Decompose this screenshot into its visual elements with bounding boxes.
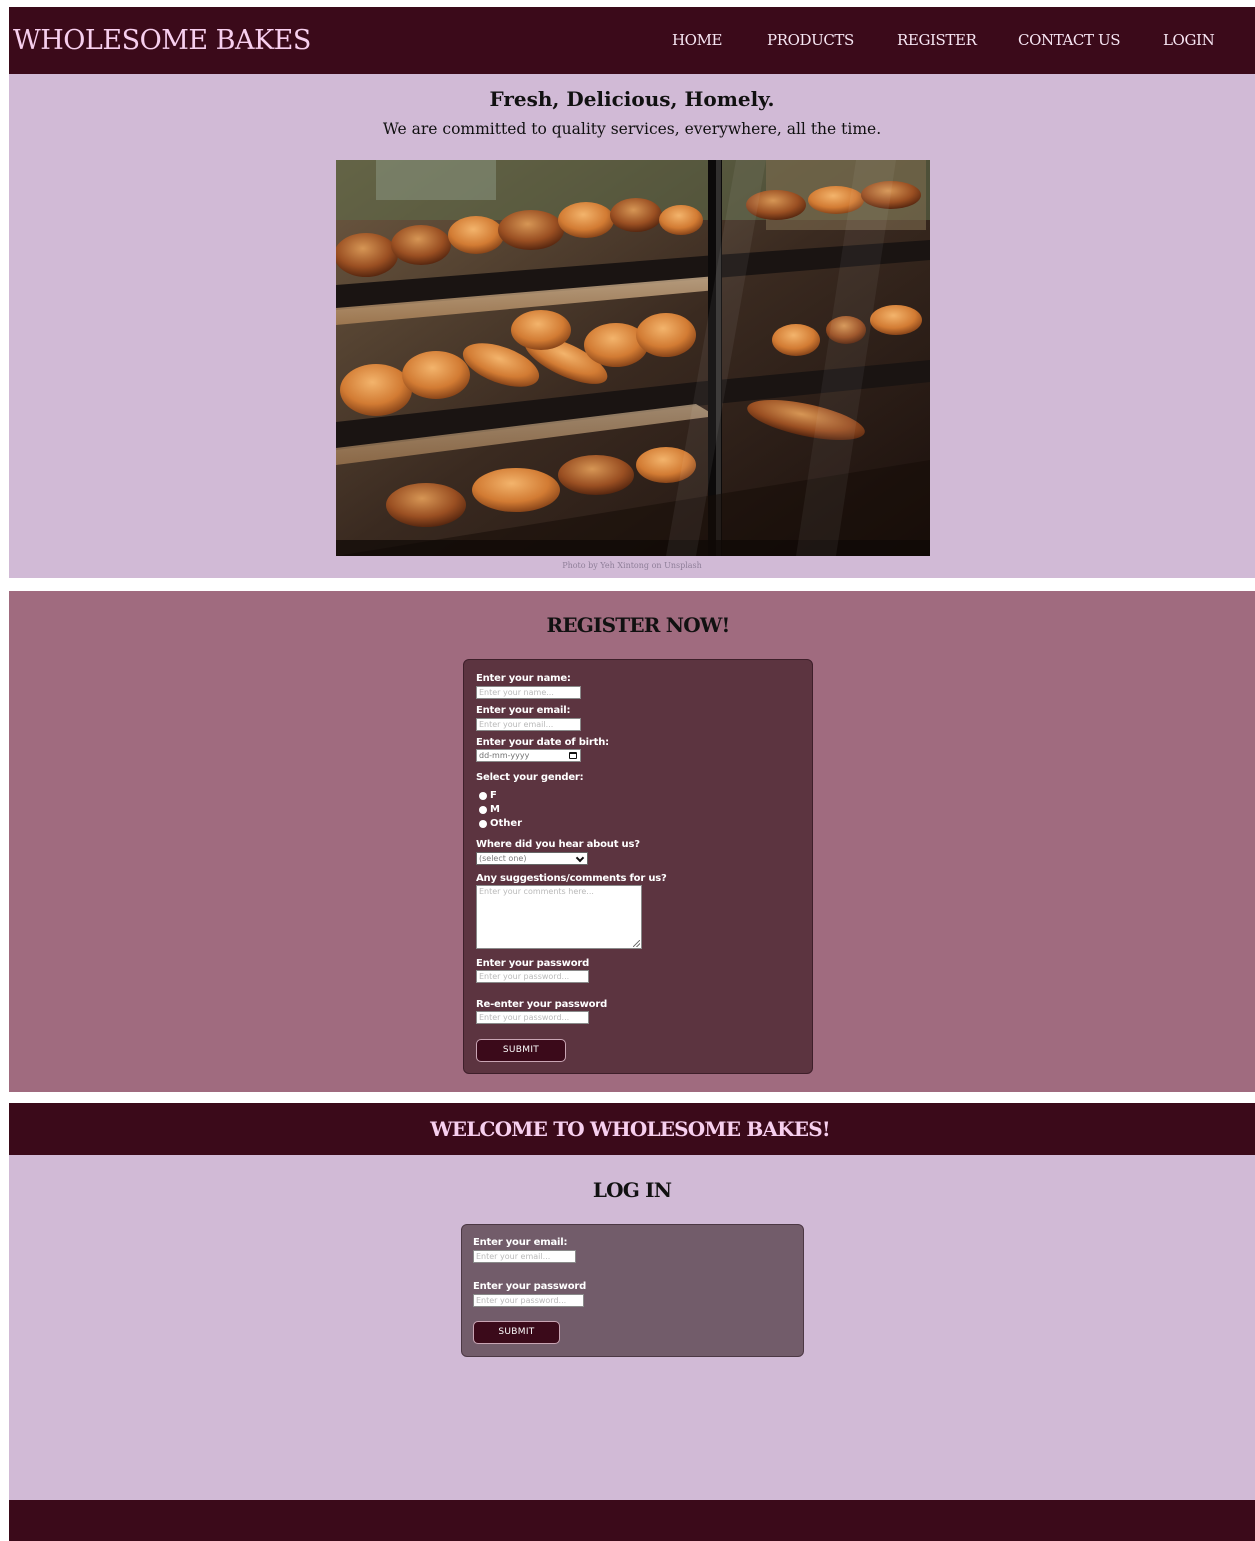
dob-placeholder: dd-mm-yyyy bbox=[479, 751, 530, 760]
login-email-label: Enter your email: bbox=[473, 1237, 568, 1248]
source-selected-value: (select one) bbox=[479, 854, 527, 863]
login-title: LOG IN bbox=[592, 1178, 672, 1202]
dob-label: Enter your date of birth: bbox=[476, 737, 609, 748]
name-input[interactable]: Enter your name... bbox=[476, 686, 581, 699]
bakery-display-photo bbox=[336, 160, 930, 556]
name-label: Enter your name: bbox=[476, 673, 571, 684]
photo-credit[interactable]: Photo by Yeh Xintong on Unsplash bbox=[9, 561, 1255, 570]
repassword-label: Re-enter your password bbox=[476, 999, 608, 1010]
dob-input[interactable]: dd-mm-yyyy bbox=[476, 749, 581, 762]
email-input[interactable]: Enter your email... bbox=[476, 718, 581, 731]
login-password-label: Enter your password bbox=[473, 1281, 587, 1292]
brand-logo[interactable]: WHOLESOME BAKES bbox=[13, 25, 311, 56]
welcome-banner: WELCOME TO WHOLESOME BAKES! bbox=[9, 1103, 1255, 1155]
comments-placeholder: Enter your comments here... bbox=[479, 887, 594, 896]
footer bbox=[9, 1500, 1255, 1541]
calendar-icon[interactable] bbox=[569, 752, 577, 759]
nav-register-link[interactable]: REGISTER bbox=[897, 31, 977, 49]
password-input[interactable]: Enter your password... bbox=[476, 970, 589, 983]
radio-button[interactable] bbox=[479, 806, 487, 814]
hero-tagline: We are committed to quality services, ev… bbox=[382, 120, 882, 138]
email-label: Enter your email: bbox=[476, 705, 571, 716]
nav-products-link[interactable]: PRODUCTS bbox=[767, 31, 854, 49]
register-section: REGISTER NOW! Enter your name: Enter you… bbox=[9, 591, 1255, 1092]
comments-textarea[interactable]: Enter your comments here... bbox=[476, 885, 642, 949]
password-label: Enter your password bbox=[476, 958, 590, 969]
radio-button[interactable] bbox=[479, 820, 487, 828]
radio-button[interactable] bbox=[479, 792, 487, 800]
source-label: Where did you hear about us? bbox=[476, 839, 640, 850]
hero-section: Fresh, Delicious, Homely. We are committ… bbox=[9, 74, 1255, 578]
chevron-down-icon bbox=[575, 853, 585, 863]
source-select[interactable]: (select one) bbox=[476, 852, 588, 865]
nav-home-link[interactable]: HOME bbox=[672, 31, 722, 49]
login-section: LOG IN Enter your email: Enter your emai… bbox=[9, 1155, 1255, 1500]
gender-label: Select your gender: bbox=[476, 772, 584, 783]
login-form: Enter your email: Enter your email... En… bbox=[461, 1224, 804, 1357]
navbar: WHOLESOME BAKES HOME PRODUCTS REGISTER C… bbox=[9, 7, 1255, 74]
repassword-input[interactable]: Enter your password... bbox=[476, 1011, 589, 1024]
gender-option-label: F bbox=[490, 790, 497, 801]
nav-login-link[interactable]: LOGIN bbox=[1163, 31, 1215, 49]
login-email-input[interactable]: Enter your email... bbox=[473, 1250, 576, 1263]
hero-headline: Fresh, Delicious, Homely. bbox=[489, 87, 775, 111]
gender-option-label: M bbox=[490, 804, 500, 815]
register-title: REGISTER NOW! bbox=[546, 613, 731, 637]
welcome-text: WELCOME TO WHOLESOME BAKES! bbox=[430, 1117, 831, 1141]
nav-contact-link[interactable]: CONTACT US bbox=[1018, 31, 1120, 49]
gender-option-label: Other bbox=[490, 818, 523, 829]
resize-handle-icon[interactable] bbox=[633, 940, 640, 947]
login-password-input[interactable]: Enter your password... bbox=[473, 1294, 584, 1307]
register-submit-button[interactable]: SUBMIT bbox=[476, 1039, 566, 1062]
login-submit-button[interactable]: SUBMIT bbox=[473, 1321, 560, 1344]
register-form: Enter your name: Enter your name... Ente… bbox=[463, 659, 813, 1074]
comments-label: Any suggestions/comments for us? bbox=[476, 873, 667, 884]
